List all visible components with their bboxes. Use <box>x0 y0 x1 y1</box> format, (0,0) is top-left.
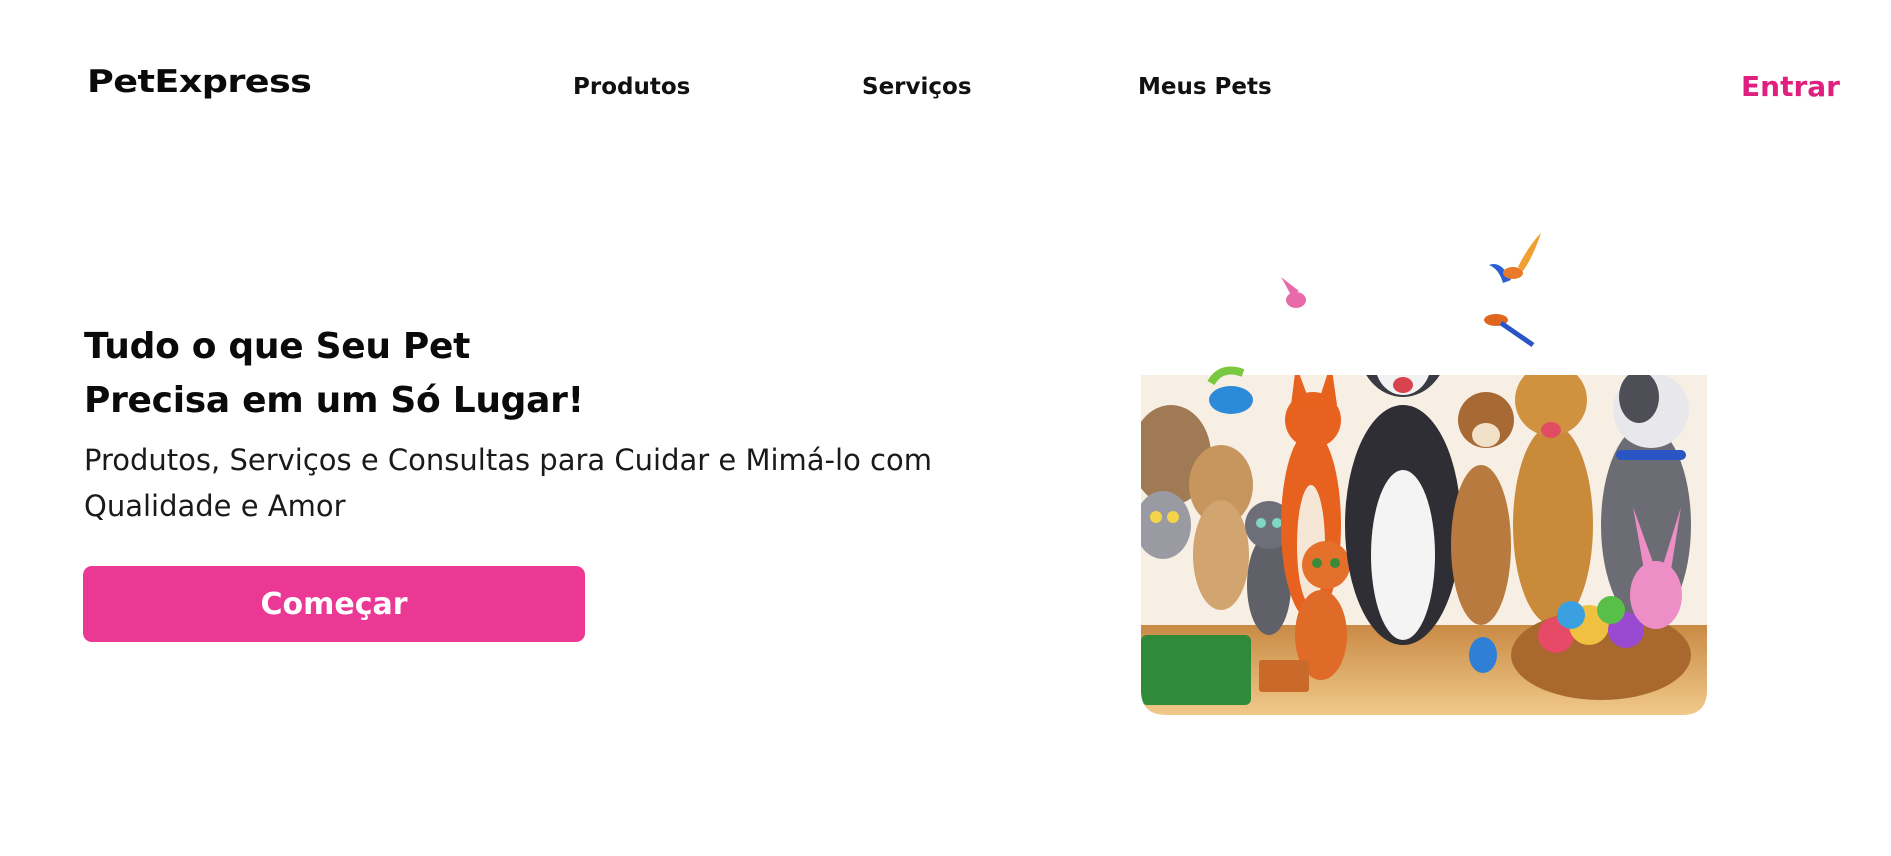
top-navbar: PetExpress Produtos Serviços Meus Pets E… <box>0 0 1891 175</box>
hero-title-line-1: Tudo o que Seu Pet <box>84 326 470 367</box>
hero-subtitle-line-2: Qualidade e Amor <box>84 489 346 523</box>
landing-page: PetExpress Produtos Serviços Meus Pets E… <box>0 0 1891 856</box>
pets-illustration <box>1141 225 1707 715</box>
hero-title-line-2: Precisa em um Só Lugar! <box>84 380 584 421</box>
hero-title: Tudo o que Seu Pet Precisa em um Só Luga… <box>84 320 784 428</box>
brand-logo[interactable]: PetExpress <box>87 64 312 100</box>
get-started-button[interactable]: Começar <box>83 566 585 642</box>
nav-link-produtos[interactable]: Produtos <box>573 74 690 100</box>
nav-link-servicos[interactable]: Serviços <box>862 74 972 100</box>
hero-subtitle: Produtos, Serviços e Consultas para Cuid… <box>84 437 1024 529</box>
hero-subtitle-line-1: Produtos, Serviços e Consultas para Cuid… <box>84 443 932 477</box>
nav-link-meus-pets[interactable]: Meus Pets <box>1138 74 1272 100</box>
login-link[interactable]: Entrar <box>1741 70 1840 103</box>
